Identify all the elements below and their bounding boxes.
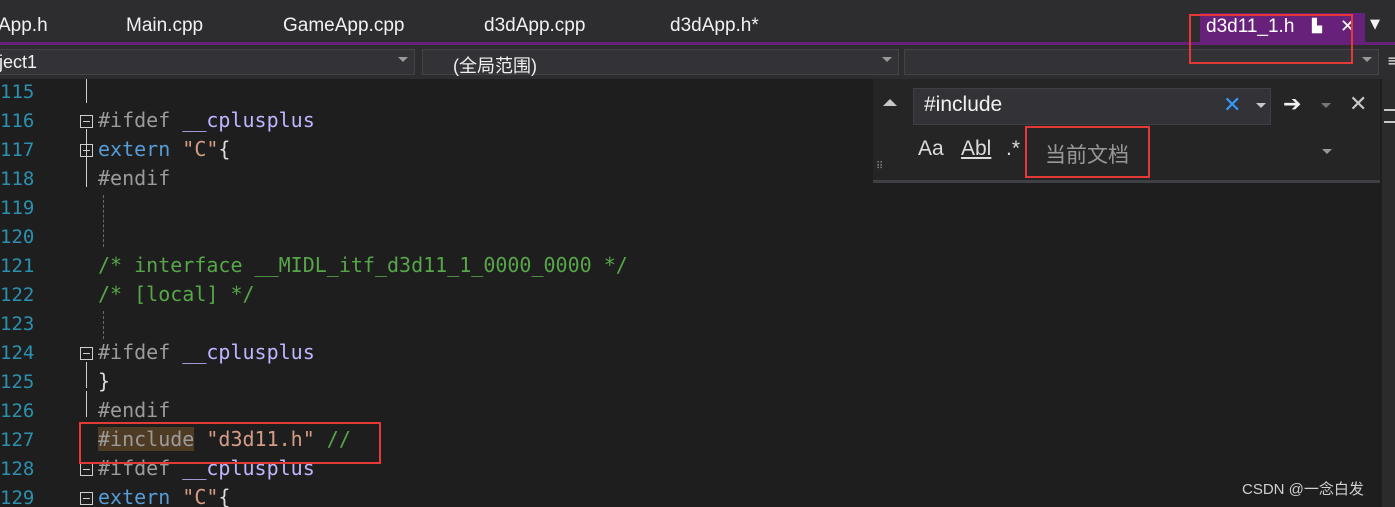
line-number: 120 xyxy=(0,226,35,248)
line-number: 121 xyxy=(0,255,35,277)
tab-d3dapp-cpp[interactable]: d3dApp.cpp xyxy=(484,15,585,37)
collapse-icon[interactable] xyxy=(80,347,93,360)
code-line-118: #endif xyxy=(98,166,171,190)
resize-grip-icon[interactable]: ⠿ xyxy=(876,161,883,172)
find-next-options-icon[interactable] xyxy=(1321,103,1331,108)
code-line-129: extern "C"{ xyxy=(98,485,231,507)
scope-dropdown[interactable]: (全局范围) xyxy=(422,49,899,76)
code-line-117: extern "C"{ xyxy=(98,137,231,161)
chevron-down-icon xyxy=(882,57,892,62)
scope-dropdown-value: (全局范围) xyxy=(453,56,537,76)
code-line-121: /* interface __MIDL_itf_d3d11_1_0000_000… xyxy=(98,253,628,277)
tab-main-cpp[interactable]: Main.cpp xyxy=(126,15,203,37)
line-number: 124 xyxy=(0,342,35,364)
annotation-box-tab xyxy=(1189,14,1353,64)
vertical-scrollbar[interactable] xyxy=(1382,79,1395,507)
line-number: 122 xyxy=(0,284,35,306)
line-number: 116 xyxy=(0,110,35,132)
line-number: 123 xyxy=(0,313,35,335)
annotation-box-scope xyxy=(1025,126,1150,178)
tab-app-h[interactable]: App.h xyxy=(0,15,48,37)
line-number: 125 xyxy=(0,371,35,393)
line-number: 126 xyxy=(0,400,35,422)
find-input[interactable]: #include xyxy=(913,88,1271,125)
match-whole-word-toggle[interactable]: Abl xyxy=(961,137,991,161)
document-tab-bar: App.h Main.cpp GameApp.cpp d3dApp.cpp d3… xyxy=(0,0,1395,45)
line-number: 115 xyxy=(0,81,35,103)
line-number: 129 xyxy=(0,487,35,507)
collapse-icon[interactable] xyxy=(80,463,93,476)
scroll-marker xyxy=(1384,121,1395,123)
chevron-down-icon xyxy=(398,57,408,62)
line-number: 127 xyxy=(0,429,35,451)
watermark: CSDN @一念白发 xyxy=(1242,481,1364,498)
toggle-replace-icon[interactable] xyxy=(883,99,897,106)
fold-guide xyxy=(86,391,87,417)
collapse-icon[interactable] xyxy=(80,492,93,505)
chevron-down-icon xyxy=(1362,57,1372,62)
line-number: 119 xyxy=(0,197,35,219)
indent-guide xyxy=(103,195,104,247)
indent-guide xyxy=(103,311,104,339)
fold-guide xyxy=(86,79,87,103)
tab-overflow-dropdown-icon[interactable]: ▼ xyxy=(1370,17,1380,32)
line-number: 118 xyxy=(0,168,35,190)
navigation-bar: ject1 (全局范围) ≡ xyxy=(0,45,1395,79)
fold-guide xyxy=(86,129,87,187)
close-find-icon[interactable]: ✕ xyxy=(1349,92,1367,117)
split-window-icon[interactable]: ≡ xyxy=(1387,51,1395,70)
line-number: 117 xyxy=(0,139,35,161)
code-line-122: /* [local] */ xyxy=(98,282,255,306)
tab-gameapp-cpp[interactable]: GameApp.cpp xyxy=(283,15,404,37)
code-line-124: #ifdef __cplusplus xyxy=(98,340,315,364)
tab-d3dapp-h[interactable]: d3dApp.h* xyxy=(670,15,759,37)
chevron-down-icon[interactable] xyxy=(1322,149,1332,154)
annotation-box-include xyxy=(79,422,381,464)
collapse-icon[interactable] xyxy=(80,144,93,157)
code-line-125: } xyxy=(98,369,111,393)
fold-guide xyxy=(86,362,87,388)
code-line-116: #ifdef __cplusplus xyxy=(98,108,315,132)
scroll-marker xyxy=(1384,109,1395,111)
project-dropdown[interactable]: ject1 xyxy=(0,49,415,75)
line-number: 128 xyxy=(0,458,35,480)
clear-search-icon[interactable]: ✕ xyxy=(1223,93,1241,118)
project-dropdown-value: ject1 xyxy=(0,52,38,72)
regex-toggle[interactable]: .* xyxy=(1006,137,1020,161)
collapse-icon[interactable] xyxy=(80,115,93,128)
match-case-toggle[interactable]: Aa xyxy=(918,137,944,161)
search-history-dropdown-icon[interactable] xyxy=(1256,103,1266,108)
find-next-icon[interactable]: ➔ xyxy=(1283,92,1301,117)
